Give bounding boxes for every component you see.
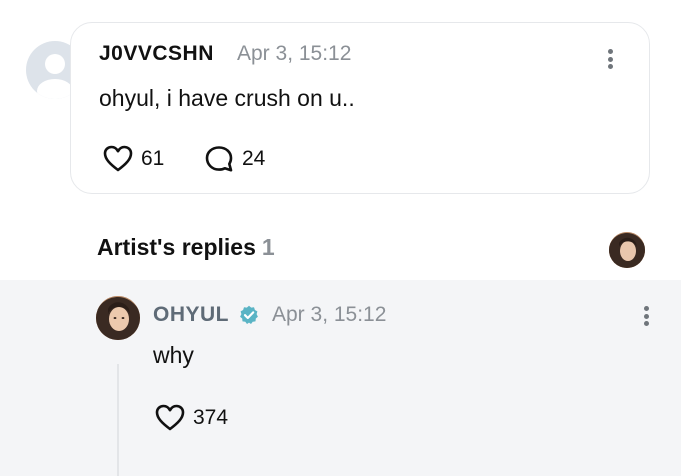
artist-replies-title: Artist's replies — [97, 234, 256, 260]
heart-icon — [103, 145, 133, 172]
verified-badge-icon — [240, 305, 258, 324]
thread-line — [117, 364, 119, 476]
artist-replies-count: 1 — [261, 234, 275, 260]
comment-card[interactable]: J0VVCSHN Apr 3, 15:12 ohyul, i have crus… — [70, 22, 650, 194]
comment-author[interactable]: J0VVCSHN — [99, 42, 214, 66]
like-count: 61 — [141, 147, 165, 170]
artist-reply-text: why — [153, 342, 194, 368]
artist-reply-timestamp: Apr 3, 15:12 — [272, 303, 387, 326]
more-options-icon[interactable] — [639, 306, 653, 326]
artist-photo-icon — [96, 296, 140, 340]
reply-button[interactable]: 24 — [204, 145, 265, 173]
heart-icon — [155, 404, 185, 431]
artist-reply-author[interactable]: OHYUL — [153, 303, 229, 327]
comment-text: ohyul, i have crush on u.. — [99, 85, 355, 111]
more-options-icon[interactable] — [603, 49, 617, 69]
speech-bubble-icon — [205, 146, 233, 172]
artist-replies-heading: Artist's replies 1 — [97, 234, 275, 261]
artist-reply-like-count: 374 — [193, 406, 229, 429]
artist-photo-icon — [609, 232, 645, 268]
artist-reply-like-button[interactable]: 374 — [155, 404, 228, 432]
comment-timestamp: Apr 3, 15:12 — [237, 42, 352, 65]
artist-thumbnail-avatar[interactable] — [609, 232, 645, 268]
like-button[interactable]: 61 — [103, 145, 164, 173]
reply-count: 24 — [242, 147, 266, 170]
artist-avatar[interactable] — [96, 296, 140, 340]
